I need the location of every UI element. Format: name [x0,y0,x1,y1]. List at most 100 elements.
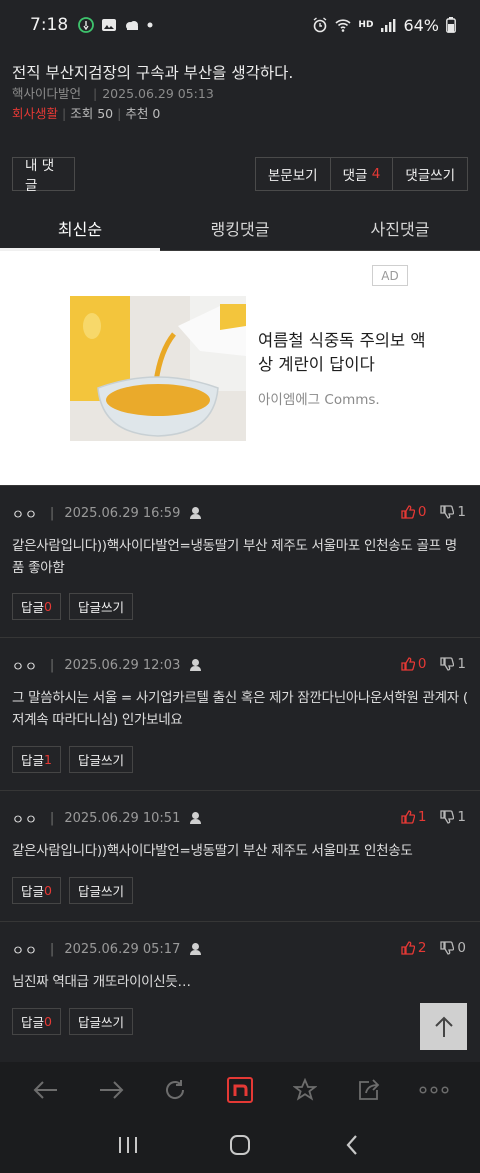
reply-button[interactable]: 답글 0 [12,1008,61,1035]
arrow-up-icon [434,1016,453,1037]
refresh-icon [166,1079,185,1099]
battery-icon [446,17,456,33]
write-reply-button[interactable]: 답글쓰기 [68,593,133,620]
forward-arrow-button[interactable] [91,1070,131,1110]
thumbs-up-icon [401,941,415,955]
comment-actions: 답글 1 답글쓰기 [12,746,133,773]
divider: | [93,86,98,101]
comments-button[interactable]: 댓글 4 [329,157,393,191]
reply-label: 답글 [21,1015,45,1030]
comment-votes: 2 0 [401,940,466,956]
nate-logo-icon [226,1076,253,1103]
downvote-button[interactable]: 1 [440,656,466,672]
person-icon [190,812,202,824]
network-label: HD [358,20,374,30]
comment-item: ㅇㅇ | 2025.06.29 12:03 0 1 그 말씀하시는 서울 = 사기업… [0,637,480,790]
comment-nickname: ㅇㅇ [12,943,38,959]
comment-text: 그 말씀하시는 서울 = 사기업카르텔 출신 혹은 제가 잠깐다닌아나운서학원 … [12,690,468,728]
call-icon [78,17,95,33]
comment-item: ㅇㅇ | 2025.06.29 05:17 2 0 님진짜 역대급 개또라이이신듯…… [0,921,480,1062]
write-reply-button[interactable]: 답글쓰기 [68,1008,133,1035]
comment-nickname: ㅇㅇ [12,659,38,675]
tab-photo[interactable]: 사진댓글 [320,210,480,250]
alarm-icon [313,17,327,33]
comment-header: ㅇㅇ | 2025.06.29 05:17 [12,940,202,959]
person-icon [190,507,202,519]
comment-text: 같은사람입니다))핵사이다발언=냉동딸기 부산 제주도 서울마포 인천송도 [12,843,413,859]
post-action-group: 본문보기 댓글 4 댓글쓰기 [254,157,468,191]
reply-count: 0 [44,883,52,898]
upvote-button[interactable]: 0 [401,656,427,672]
comment-sort-tabs: 최신순 랭킹댓글 사진댓글 [0,210,480,251]
upvote-button[interactable]: 2 [401,940,426,956]
back-icon [346,1135,357,1155]
share-button[interactable] [349,1070,389,1110]
view-post-button[interactable]: 본문보기 [254,157,330,191]
comment-text: 같은사람입니다))핵사이다발언=냉동딸기 부산 제주도 서울마포 인천송도 골프… [12,538,457,576]
post-category[interactable]: 회사생활 [12,106,58,121]
thumbs-down-icon [440,657,455,671]
downvote-button[interactable]: 1 [440,809,466,825]
system-nav-bar [0,1117,480,1173]
back-arrow-button[interactable] [26,1070,66,1110]
divider: | [49,505,55,521]
comment-item: ㅇㅇ | 2025.06.29 10:51 1 1 같은사람입니다))핵사이다발언=… [0,790,480,921]
thumbs-down-icon [440,810,455,824]
nate-home-button[interactable] [220,1070,260,1110]
upvote-button[interactable]: 0 [401,504,426,520]
post-recommend: 추천 0 [125,106,161,121]
thumbs-up-icon [401,505,415,519]
wifi-icon [335,19,351,32]
write-reply-button[interactable]: 답글쓰기 [68,877,133,904]
post-author[interactable]: 핵사이다발언 [12,86,81,101]
post-header: 전직 부산지검장의 구속과 부산을 생각하다. 핵사이다발언 | 2025.06.2… [0,62,480,123]
post-datetime: 2025.06.29 05:13 [102,86,214,101]
thumbs-down-icon [440,941,455,955]
comment-actions: 답글 0 답글쓰기 [12,593,133,620]
upvote-count: 0 [417,656,427,672]
write-reply-button[interactable]: 답글쓰기 [68,746,133,773]
reply-button[interactable]: 답글 0 [12,593,61,620]
comment-nickname: ㅇㅇ [12,507,38,523]
signal-icon [381,19,396,32]
ad-banner[interactable]: AD 여름철 식중독 주의보 액상 계란이 답이다 아이엠에그 Comms. [0,251,480,485]
comment-votes: 0 1 [401,504,466,520]
write-comment-button[interactable]: 댓글쓰기 [392,157,468,191]
tab-latest[interactable]: 최신순 [0,210,160,251]
refresh-button[interactable] [155,1070,195,1110]
star-icon [292,1077,317,1101]
reply-label: 답글 [21,600,45,615]
comment-votes: 1 1 [401,809,466,825]
my-comments-button[interactable]: 내 댓글 [12,157,75,194]
ad-advertiser: 아이엠에그 Comms. [258,392,380,408]
divider: | [62,106,67,121]
status-bar: 7:18 HD 64% [0,0,480,50]
back-arrow-icon [33,1080,58,1099]
ad-badge: AD [372,265,408,286]
divider: | [49,810,55,826]
downvote-count: 1 [457,809,466,825]
scroll-top-button[interactable] [420,1003,467,1050]
downvote-button[interactable]: 1 [440,504,466,520]
home-button[interactable] [220,1125,260,1165]
browser-toolbar [0,1062,480,1117]
recent-apps-icon [119,1137,137,1153]
upvote-button[interactable]: 1 [401,809,426,825]
gallery-icon [102,19,117,31]
more-button[interactable] [414,1070,454,1110]
bookmark-button[interactable] [285,1070,325,1110]
comment-datetime: 2025.06.29 12:03 [64,657,181,673]
system-back-button[interactable] [332,1125,372,1165]
reply-label: 답글 [21,884,45,899]
comment-header: ㅇㅇ | 2025.06.29 16:59 [12,504,202,523]
reply-count: 1 [44,752,52,767]
more-icon [419,1085,449,1094]
divider: | [49,657,55,673]
downvote-button[interactable]: 0 [440,940,466,956]
reply-button[interactable]: 답글 1 [12,746,61,773]
comment-header: ㅇㅇ | 2025.06.29 12:03 [12,656,202,675]
post-title[interactable]: 전직 부산지검장의 구속과 부산을 생각하다. [12,62,468,84]
recent-apps-button[interactable] [108,1125,148,1165]
reply-button[interactable]: 답글 0 [12,877,61,904]
tab-ranking[interactable]: 랭킹댓글 [160,210,320,250]
